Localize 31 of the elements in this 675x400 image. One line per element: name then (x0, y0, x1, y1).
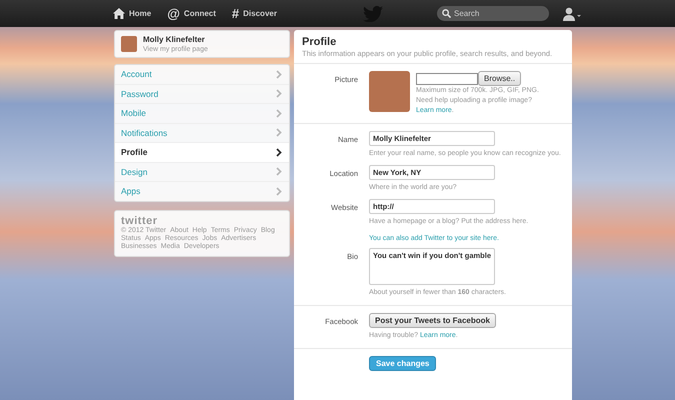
chevron-icon (276, 108, 282, 118)
chevron-icon (276, 89, 282, 98)
facebook-button[interactable]: Post your Tweets to Facebook (369, 313, 496, 328)
browse-button[interactable]: Browse.. (478, 71, 522, 86)
save-button[interactable]: Save changes (369, 356, 436, 371)
settings-menu-item[interactable]: Password (115, 84, 289, 104)
chevron-icon (276, 70, 282, 79)
nav-link[interactable]: @ Connect (167, 7, 216, 20)
settings-menu-item[interactable]: Apps (115, 182, 289, 200)
search-field[interactable]: Search (437, 6, 549, 21)
settings-menu-item[interactable]: Profile (115, 143, 289, 162)
nav-link[interactable]: Home (113, 7, 152, 20)
profile-photo-placeholder (369, 71, 410, 112)
hash-icon: # (232, 7, 240, 20)
avatar-photo-placeholder (121, 36, 137, 52)
chevron-icon (276, 186, 282, 196)
chevron-icon (276, 148, 282, 157)
at-sign-icon: @ (167, 7, 180, 20)
twitter-wordmark: twitter (121, 214, 158, 226)
settings-menu-item[interactable]: Design (115, 162, 289, 182)
settings-menu-item[interactable]: Account (115, 65, 289, 84)
nav-link[interactable]: # Discover (232, 7, 277, 20)
chevron-icon (276, 167, 282, 176)
file-path-field[interactable] (416, 72, 478, 84)
user-name: Molly Klinefelter (143, 35, 206, 44)
user-menu-button[interactable] (563, 6, 581, 20)
panel-title: Profile (302, 36, 338, 48)
chevron-icon (276, 128, 282, 138)
home-icon (113, 8, 125, 19)
bird-logo-icon (362, 6, 383, 22)
settings-menu-item[interactable]: Mobile (115, 104, 289, 124)
